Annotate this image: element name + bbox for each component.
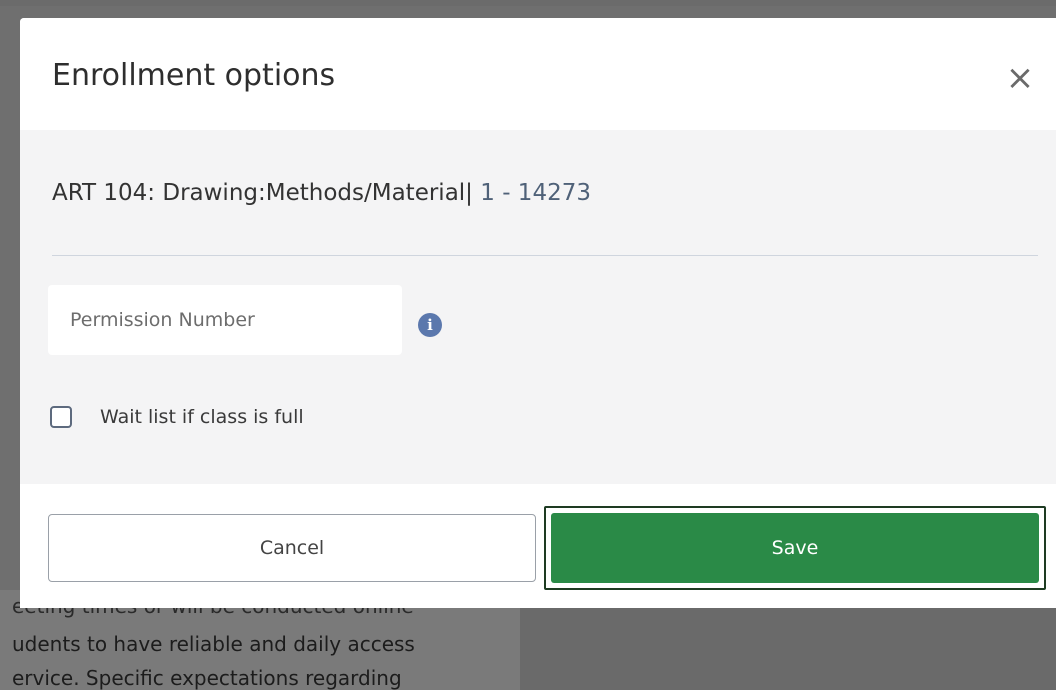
modal-footer: Cancel Save <box>20 484 1056 608</box>
backdrop-top-strip <box>0 0 1056 6</box>
course-name: ART 104: Drawing:Methods/Material| <box>52 180 473 206</box>
info-icon[interactable]: i <box>418 313 442 337</box>
course-title: ART 104: Drawing:Methods/Material| 1 - 1… <box>52 180 591 206</box>
modal-title: Enrollment options <box>52 58 336 93</box>
save-button[interactable]: Save <box>551 513 1039 583</box>
save-button-focus-ring: Save <box>544 506 1046 590</box>
course-section-number: 1 - 14273 <box>480 180 591 206</box>
waitlist-checkbox-label[interactable]: Wait list if class is full <box>100 406 304 428</box>
waitlist-checkbox[interactable] <box>50 406 72 428</box>
permission-number-input[interactable] <box>48 285 402 355</box>
enrollment-options-modal: Enrollment options × ART 104: Drawing:Me… <box>20 18 1056 608</box>
section-divider <box>52 255 1038 256</box>
background-text-line: udents to have reliable and daily access <box>12 632 415 656</box>
waitlist-checkbox-row[interactable]: Wait list if class is full <box>50 402 304 432</box>
close-icon[interactable]: × <box>1000 58 1040 98</box>
background-side-panel <box>520 600 1056 690</box>
background-text-line: ervice. Specific expectations regarding <box>12 666 402 690</box>
cancel-button[interactable]: Cancel <box>48 514 536 582</box>
modal-header: Enrollment options × <box>20 18 1056 130</box>
